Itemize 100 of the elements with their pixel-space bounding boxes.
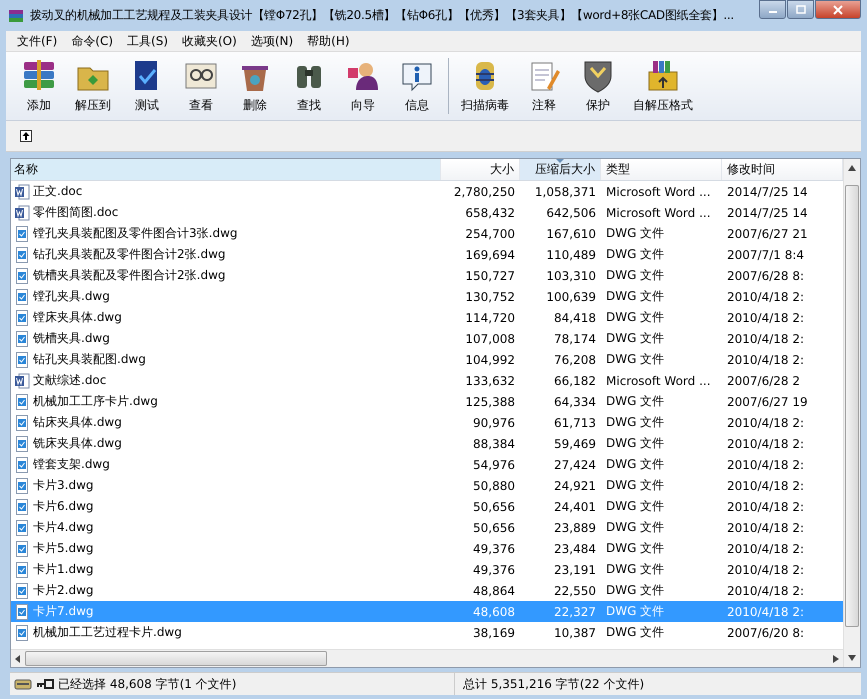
packed-size: 27,424 <box>553 458 597 472</box>
packed-size: 78,174 <box>553 332 597 346</box>
file-size: 107,008 <box>464 332 516 346</box>
horizontal-scrollbar[interactable] <box>11 649 843 667</box>
modified-time: 2014/7/25 14 <box>726 184 809 198</box>
menu-item[interactable]: 选项(N) <box>244 32 300 50</box>
drawing-file-icon <box>14 520 30 536</box>
file-row[interactable]: 卡片6.dwg 50,656 24,401 DWG 文件 2010/4/18 2: <box>11 496 843 517</box>
file-row[interactable]: 卡片3.dwg 50,880 24,921 DWG 文件 2010/4/18 2: <box>11 475 843 496</box>
modified-time: 2010/4/18 2: <box>726 332 806 346</box>
file-size: 133,632 <box>464 374 516 388</box>
file-row[interactable]: 文献综述.doc 133,632 66,182 Microsoft Word ... 2007/6/28 2 <box>11 370 843 391</box>
packed-size: 110,489 <box>545 248 597 262</box>
menu-item[interactable]: 帮助(H) <box>300 32 357 50</box>
packed-size: 23,484 <box>553 542 597 556</box>
column-header[interactable]: 类型 <box>601 159 722 180</box>
column-header[interactable]: 压缩后大小 <box>520 159 601 180</box>
packed-size: 66,182 <box>553 374 597 388</box>
scroll-down-icon[interactable] <box>848 655 856 661</box>
toolbar-button[interactable]: 向导 <box>336 58 390 114</box>
packed-size: 76,208 <box>553 352 597 366</box>
toolbar-button[interactable]: 删除 <box>228 58 282 114</box>
file-row[interactable]: 镗套支架.dwg 54,976 27,424 DWG 文件 2010/4/18 2: <box>11 454 843 475</box>
file-row[interactable]: 铣床夹具体.dwg 88,384 59,469 DWG 文件 2010/4/18 2: <box>11 433 843 454</box>
up-folder-button[interactable] <box>18 128 34 144</box>
close-button[interactable] <box>815 0 861 19</box>
vertical-scrollbar[interactable] <box>843 159 860 667</box>
file-type: DWG 文件 <box>605 477 666 494</box>
menu-item[interactable]: 文件(F) <box>10 32 64 50</box>
file-row[interactable]: 机械加工工艺过程卡片.dwg 38,169 10,387 DWG 文件 2007/6/20 8: <box>11 622 843 643</box>
modified-time: 2010/4/18 2: <box>726 352 806 366</box>
file-type: DWG 文件 <box>605 519 666 536</box>
file-size: 48,864 <box>472 584 516 598</box>
minimize-button[interactable] <box>759 0 786 19</box>
selection-status: 已经选择 48,608 字节(1 个文件) <box>58 676 236 692</box>
modified-time: 2014/7/25 14 <box>726 206 809 220</box>
file-row[interactable]: 铣槽夹具装配及零件图合计2张.dwg 150,727 103,310 DWG 文件 2007/6/28 8: <box>11 265 843 286</box>
file-row[interactable]: 钻孔夹具装配图.dwg 104,992 76,208 DWG 文件 2010/4/18 2: <box>11 349 843 370</box>
packed-size: 22,550 <box>553 584 597 598</box>
file-size: 48,608 <box>472 604 516 618</box>
file-row[interactable]: 卡片4.dwg 50,656 23,889 DWG 文件 2010/4/18 2: <box>11 517 843 538</box>
file-type: DWG 文件 <box>605 561 666 578</box>
drawing-file-icon <box>14 414 30 430</box>
maximize-button[interactable] <box>787 0 814 19</box>
file-type: DWG 文件 <box>605 603 666 620</box>
file-name: 卡片2.dwg <box>33 582 94 599</box>
toolbar-button[interactable]: 扫描病毒 <box>453 58 517 114</box>
file-row[interactable]: 正文.doc 2,780,250 1,058,371 Microsoft Word ... 2014/7/25 14 <box>11 181 843 202</box>
packed-size: 59,469 <box>553 436 597 450</box>
file-size: 54,976 <box>472 458 516 472</box>
packed-size: 1,058,371 <box>534 184 597 198</box>
file-type: DWG 文件 <box>605 267 666 284</box>
file-row[interactable]: 钻床夹具体.dwg 90,976 61,713 DWG 文件 2010/4/18 2: <box>11 412 843 433</box>
scroll-right-icon[interactable] <box>833 654 839 662</box>
drawing-file-icon <box>14 456 30 472</box>
column-header[interactable]: 名称 <box>11 159 441 180</box>
file-row[interactable]: 卡片1.dwg 49,376 23,191 DWG 文件 2010/4/18 2: <box>11 559 843 580</box>
menu-item[interactable]: 命令(C) <box>64 32 120 50</box>
file-row[interactable]: 镗床夹具体.dwg 114,720 84,418 DWG 文件 2010/4/18 2: <box>11 307 843 328</box>
menu-item[interactable]: 收藏夹(O) <box>175 32 244 50</box>
drive-icon <box>14 678 32 690</box>
scroll-up-icon[interactable] <box>848 165 856 171</box>
file-row[interactable]: 零件图简图.doc 658,432 642,506 Microsoft Word ... 2014/7/25 14 <box>11 202 843 223</box>
toolbar-button[interactable]: 解压到 <box>66 58 120 114</box>
toolbar-button[interactable]: 添加 <box>12 58 66 114</box>
file-row[interactable]: 钻孔夹具装配及零件图合计2张.dwg 169,694 110,489 DWG 文件 2007/7/1 8:4 <box>11 244 843 265</box>
file-row[interactable]: 机械加工工序卡片.dwg 125,388 64,334 DWG 文件 2007/6/27 19 <box>11 391 843 412</box>
file-size: 49,376 <box>472 562 516 576</box>
packed-size: 100,639 <box>545 290 597 304</box>
file-type: DWG 文件 <box>605 351 666 368</box>
file-row[interactable]: 镗孔夹具.dwg 130,752 100,639 DWG 文件 2010/4/18 2: <box>11 286 843 307</box>
file-size: 2,780,250 <box>452 184 516 198</box>
packed-size: 61,713 <box>553 416 597 430</box>
toolbar-button[interactable]: 保护 <box>571 58 625 114</box>
toolbar-button[interactable]: 查找 <box>282 58 336 114</box>
file-name: 镗套支架.dwg <box>33 456 110 473</box>
modified-time: 2007/7/1 8:4 <box>726 248 806 262</box>
file-row[interactable]: 铣槽夹具.dwg 107,008 78,174 DWG 文件 2010/4/18 2: <box>11 328 843 349</box>
packed-size: 22,327 <box>553 604 597 618</box>
file-row[interactable]: 镗孔夹具装配图及零件图合计3张.dwg 254,700 167,610 DWG 文件 2007/6/27 21 <box>11 223 843 244</box>
drawing-file-icon <box>14 478 30 494</box>
file-size: 50,880 <box>472 478 516 492</box>
toolbar-button[interactable]: 自解压格式 <box>625 58 701 114</box>
toolbar-button[interactable]: 注释 <box>517 58 571 114</box>
file-type: DWG 文件 <box>605 288 666 305</box>
file-name: 卡片1.dwg <box>33 561 94 578</box>
file-name: 镗孔夹具装配图及零件图合计3张.dwg <box>33 225 238 242</box>
menu-item[interactable]: 工具(S) <box>120 32 175 50</box>
toolbar-button[interactable]: 测试 <box>120 58 174 114</box>
modified-time: 2010/4/18 2: <box>726 458 806 472</box>
scroll-left-icon[interactable] <box>15 654 21 662</box>
file-name: 镗孔夹具.dwg <box>33 288 110 305</box>
toolbar-button[interactable]: 查看 <box>174 58 228 114</box>
modified-time: 2010/4/18 2: <box>726 542 806 556</box>
drawing-file-icon <box>14 394 30 410</box>
file-size: 104,992 <box>464 352 516 366</box>
toolbar-button[interactable]: 信息 <box>390 58 444 114</box>
file-row[interactable]: 卡片2.dwg 48,864 22,550 DWG 文件 2010/4/18 2: <box>11 580 843 601</box>
modified-time: 2007/6/28 2 <box>726 374 801 388</box>
file-row[interactable]: 卡片5.dwg 49,376 23,484 DWG 文件 2010/4/18 2: <box>11 538 843 559</box>
